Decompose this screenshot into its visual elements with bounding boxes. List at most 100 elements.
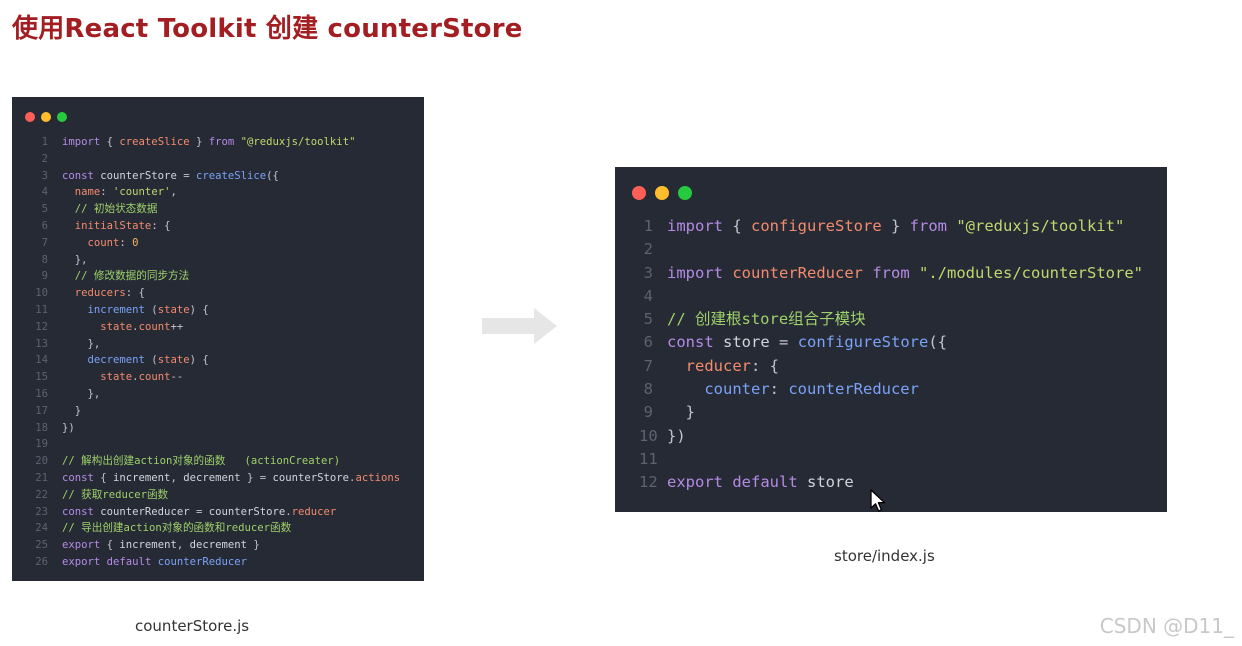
code-line: 21 const { increment, decrement } = count… (28, 470, 400, 487)
line-number: 22 (35, 488, 48, 501)
line-number: 4 (41, 186, 48, 199)
code-token: ) { (189, 303, 209, 316)
code-line: 6 initialState: { (28, 218, 400, 235)
code-token: { (93, 471, 114, 484)
line-number: 3 (41, 169, 48, 182)
code-token: : (100, 186, 114, 199)
code-line: 17 } (28, 403, 400, 420)
code-token: : { (751, 356, 779, 375)
code-token: decrement (183, 471, 241, 484)
line-number: 6 (643, 333, 653, 352)
line-number: 12 (639, 473, 658, 492)
file-caption-store-index: store/index.js (834, 547, 935, 565)
code-token: createSlice (119, 136, 190, 148)
code-token: "@reduxjs/toolkit" (240, 136, 356, 148)
code-token: = (769, 333, 798, 352)
maximize-dot-icon[interactable] (678, 186, 692, 200)
line-number: 1 (643, 217, 653, 235)
code-token: store (723, 333, 770, 352)
code-token: } (62, 404, 82, 417)
code-token: from (872, 263, 910, 282)
code-token: } (667, 403, 695, 422)
line-number: 3 (643, 263, 653, 282)
code-line: 25 export { increment, decrement } (28, 537, 400, 554)
line-number: 12 (35, 320, 48, 333)
line-number: 4 (643, 286, 653, 305)
line-number: 5 (643, 310, 653, 329)
code-token: count (138, 320, 171, 333)
maximize-dot-icon[interactable] (57, 112, 67, 122)
code-token: import (667, 217, 723, 235)
code-token: { (100, 136, 120, 148)
code-line: 24 // 导出创建action对象的函数和reducer函数 (28, 520, 400, 537)
code-token: default (732, 473, 798, 492)
line-number: 9 (41, 270, 48, 283)
code-token: counter (704, 380, 770, 399)
code-window-counterstore: 1 import { createSlice } from "@reduxjs/t… (12, 97, 424, 581)
code-token: = (176, 169, 196, 182)
code-token: // 创建根store组合子模块 (667, 310, 866, 329)
close-dot-icon[interactable] (632, 186, 646, 200)
line-number: 11 (35, 303, 48, 316)
code-token: counterStore (100, 169, 177, 182)
code-token: name (74, 186, 101, 199)
line-number: 1 (41, 136, 48, 148)
slide-title: 使用React Toolkit 创建 counterStore (12, 14, 523, 44)
code-line: 14 decrement (state) { (28, 352, 400, 369)
code-token: : { (125, 287, 145, 300)
minimize-dot-icon[interactable] (41, 112, 51, 122)
code-token: counterStore (272, 471, 350, 484)
code-token: from (208, 136, 235, 148)
code-token: decrement (87, 354, 145, 367)
code-line: 13 }, (28, 336, 400, 353)
code-line: 4 name: 'counter', (28, 184, 400, 201)
line-number: 5 (41, 203, 48, 216)
minimize-dot-icon[interactable] (655, 186, 669, 200)
code-line: 9 } (639, 401, 1143, 424)
code-line: 15 state.count-- (28, 369, 400, 386)
code-token: state (157, 354, 190, 367)
code-token: ({ (266, 169, 279, 182)
code-token: configureStore (797, 333, 929, 352)
code-line: 2 (28, 151, 400, 168)
line-number: 9 (643, 403, 653, 422)
code-token: }, (62, 337, 101, 350)
code-token: ({ (928, 333, 948, 352)
mouse-cursor-icon (870, 489, 886, 512)
code-token: counterReducer (732, 263, 863, 282)
code-line: 12 state.count++ (28, 319, 400, 336)
line-number: 15 (35, 371, 48, 384)
close-dot-icon[interactable] (25, 112, 35, 122)
code-line: 19 (28, 436, 400, 453)
line-number: 6 (41, 219, 48, 232)
code-window-store-index: 1 import { configureStore } from "@reduxj… (615, 167, 1167, 512)
code-line: 10}) (639, 425, 1143, 448)
code-block: 1 import { configureStore } from "@reduxj… (639, 215, 1143, 495)
code-token: increment (119, 539, 177, 552)
code-line: 11 increment (state) { (28, 302, 400, 319)
line-number: 18 (35, 421, 48, 434)
line-number: 17 (35, 404, 48, 417)
code-token: reducer (685, 356, 751, 375)
code-line: 4 (639, 285, 1143, 308)
line-number: 19 (35, 438, 48, 451)
code-token: counterReducer (100, 505, 190, 518)
code-token: const (62, 169, 94, 182)
line-number: 10 (639, 426, 658, 445)
right-arrow-icon (482, 308, 557, 344)
code-token: "@reduxjs/toolkit" (956, 217, 1125, 235)
code-token: reducer (291, 505, 337, 518)
code-token: state (100, 320, 133, 333)
code-token: , (170, 186, 177, 199)
code-line: 8 }, (28, 252, 400, 269)
code-token: counterStore (208, 505, 286, 518)
code-token: : { (151, 219, 171, 232)
code-token: }) (62, 421, 75, 434)
